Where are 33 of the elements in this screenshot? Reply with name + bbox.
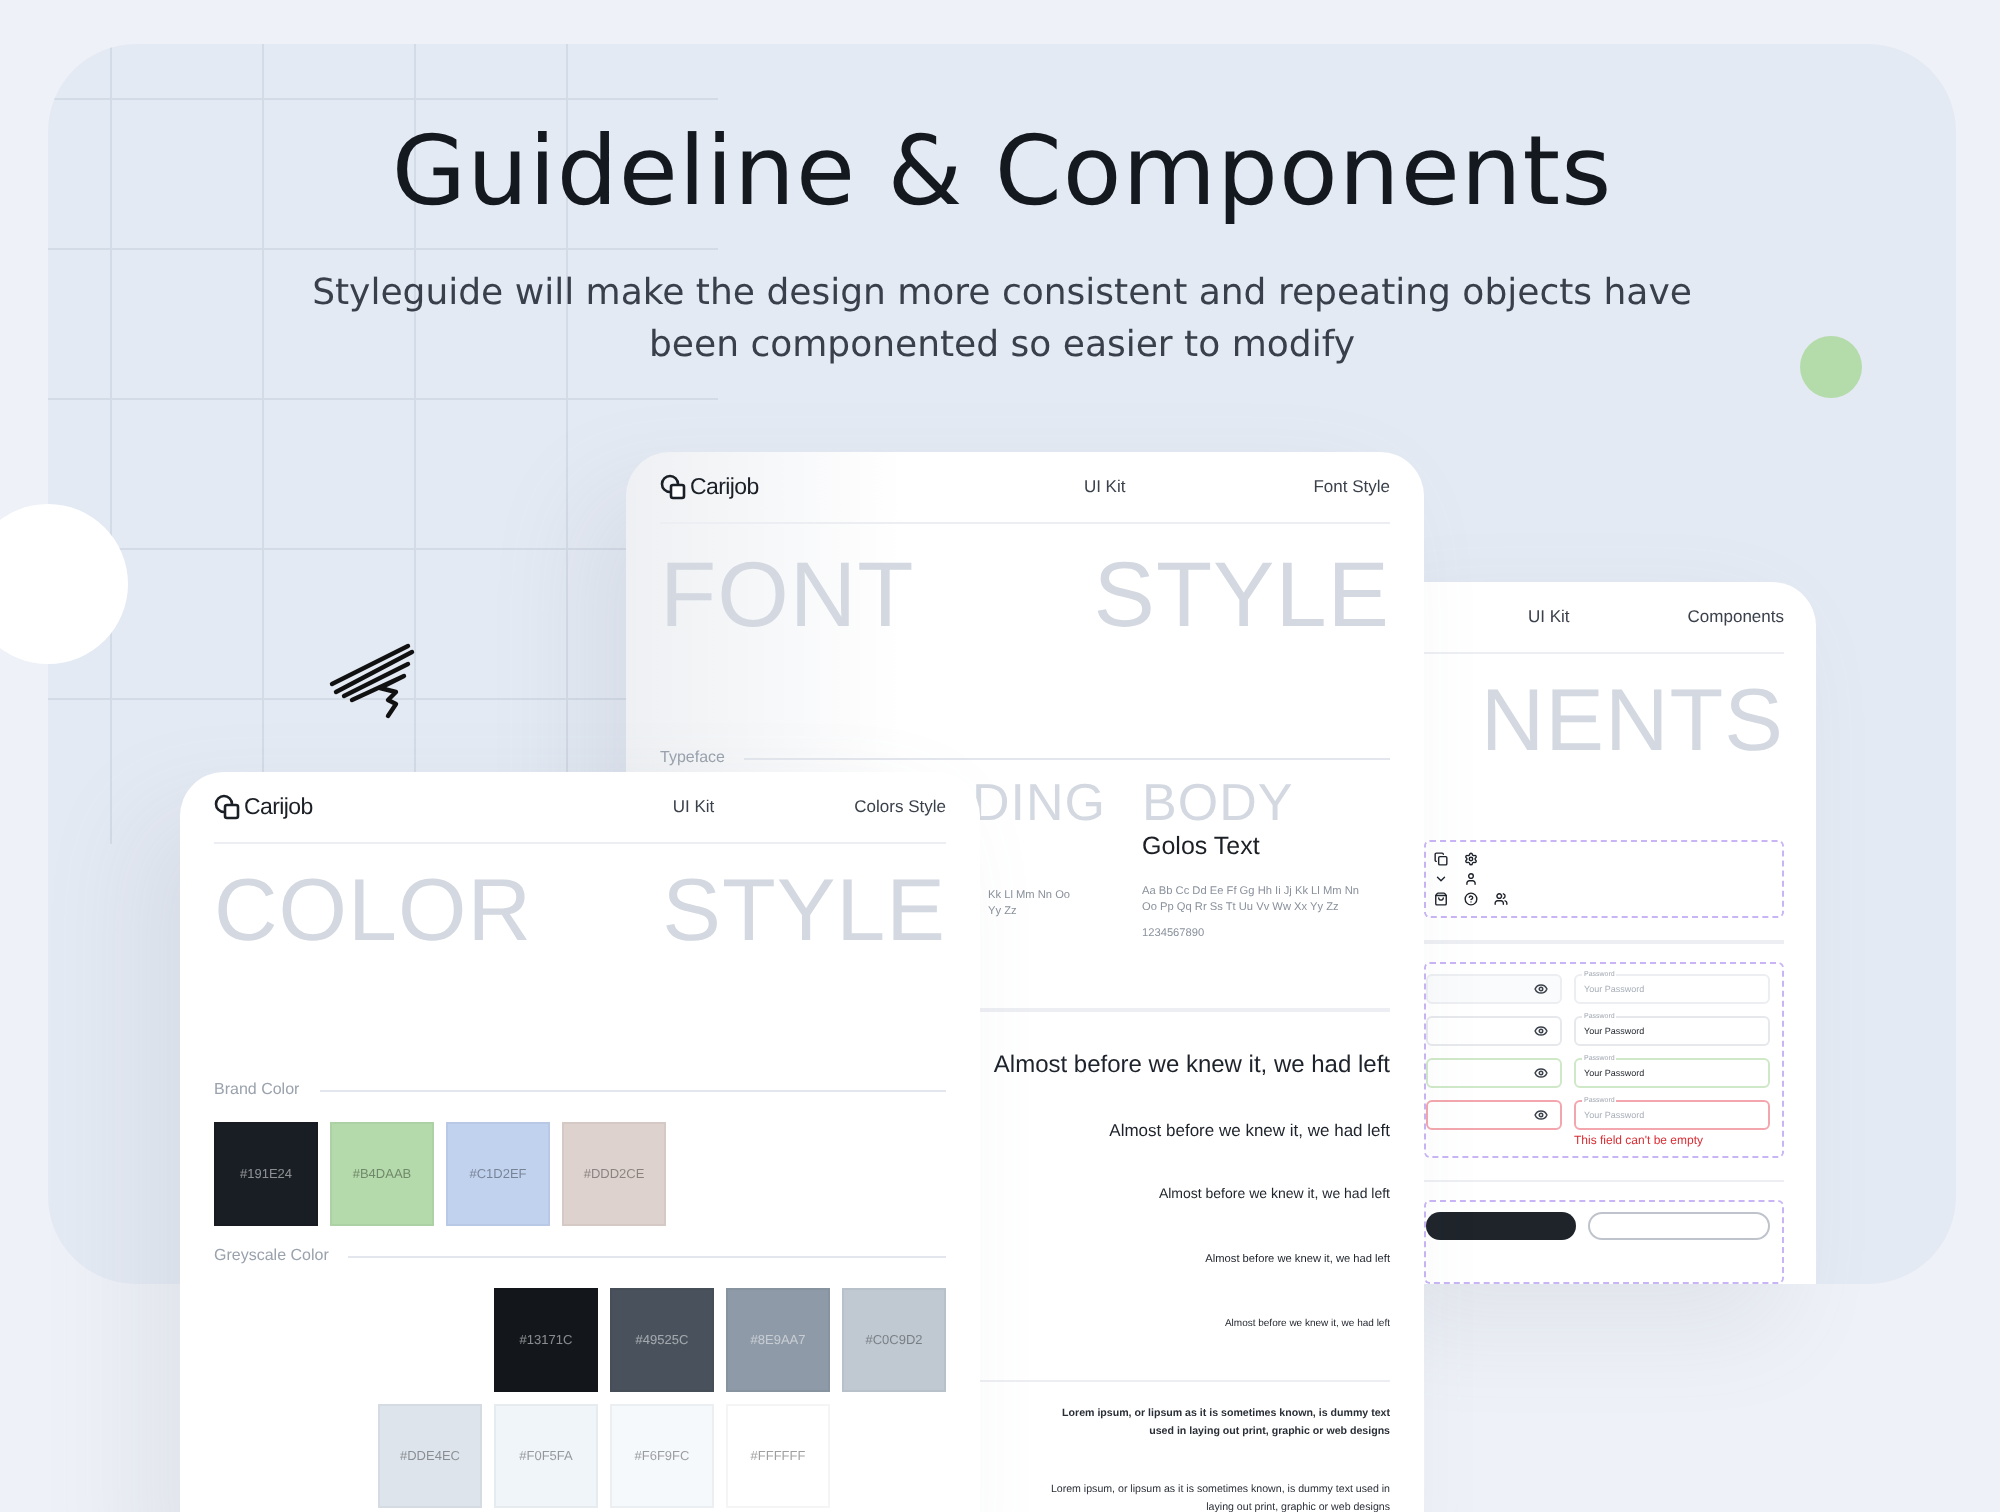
nav-link[interactable]: UI Kit xyxy=(672,796,715,818)
type-sample: Almost before we knew it, we had left xyxy=(1109,1117,1390,1143)
password-field[interactable] xyxy=(1426,1099,1562,1129)
scribble-drawing xyxy=(328,640,420,720)
bag-icon xyxy=(1434,892,1448,906)
nav-link[interactable]: Font Style xyxy=(1313,476,1390,498)
section-label: Typeface xyxy=(660,748,725,768)
eye-icon[interactable] xyxy=(1534,981,1548,995)
user-icon xyxy=(1464,872,1478,886)
section-label: Greyscale Color xyxy=(214,1246,329,1266)
users-icon xyxy=(1494,892,1508,906)
help-icon xyxy=(1464,892,1478,906)
logo-icon xyxy=(660,474,686,500)
gear-icon xyxy=(1464,852,1478,866)
eye-icon[interactable] xyxy=(1534,1107,1548,1121)
nav-link[interactable]: Colors Style xyxy=(854,796,946,818)
chevron-down-icon xyxy=(1434,872,1448,886)
font-name: Golos Text xyxy=(1142,832,1260,862)
copy-icon xyxy=(1434,852,1448,866)
password-field[interactable] xyxy=(1426,1057,1562,1087)
page-title: Guideline & Components xyxy=(391,114,1613,232)
nav-link[interactable]: UI Kit xyxy=(1528,606,1570,628)
eye-icon[interactable] xyxy=(1534,1065,1548,1079)
nav-link[interactable]: Components xyxy=(1687,606,1784,628)
brand-name: Carijob xyxy=(690,473,759,501)
page-subtitle: Styleguide will make the design more consistent and repeating objects have been componented so easier to modify xyxy=(310,270,1694,370)
nav-link[interactable]: UI Kit xyxy=(1083,476,1126,498)
primary-button[interactable] xyxy=(1426,1212,1577,1240)
brand-name: Carijob xyxy=(244,793,313,821)
eye-icon[interactable] xyxy=(1534,1023,1548,1037)
logo-icon xyxy=(214,794,240,820)
type-sample: Almost before we knew it, we had left xyxy=(993,1048,1390,1082)
section-label: Brand Color xyxy=(214,1080,300,1100)
